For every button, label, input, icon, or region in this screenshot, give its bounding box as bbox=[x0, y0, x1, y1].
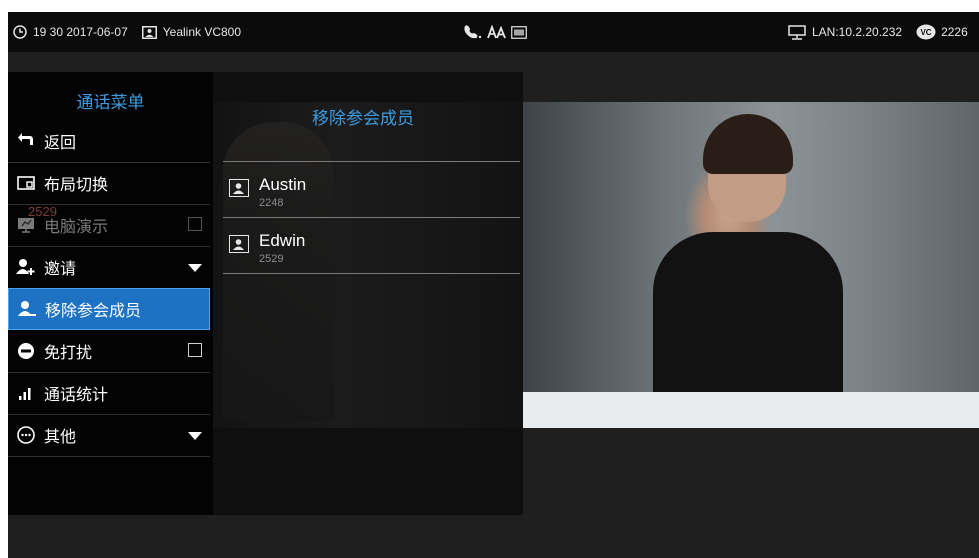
menu-item-label: 布局切换 bbox=[44, 177, 109, 194]
call-menu-title: 通话菜单 bbox=[76, 93, 145, 112]
font-size-icon bbox=[487, 25, 507, 39]
remove-member-panel: 移除参会成员 Austin 2248 Edwin 2529 bbox=[213, 72, 523, 515]
status-right: LAN:10.2.20.232 VC 2226 bbox=[788, 12, 968, 52]
remove-member-title: 移除参会成员 bbox=[312, 109, 414, 128]
device-name: Yealink VC800 bbox=[162, 25, 242, 39]
menu-item-label: 返回 bbox=[44, 135, 77, 152]
phone-call-icon bbox=[463, 24, 483, 40]
video-conference-screen: 19 30 2017-06-07 Yealink VC800 LAN:10.2.… bbox=[8, 12, 979, 558]
menu-item-label: 通话统计 bbox=[44, 387, 109, 404]
menu-item-call-statistics[interactable]: 通话统计 bbox=[8, 372, 210, 415]
menu-item-label: 电脑演示 bbox=[44, 219, 109, 236]
status-center bbox=[463, 12, 527, 52]
menu-item-remove-member[interactable]: 移除参会成员 bbox=[8, 288, 210, 330]
menu-item-presentation[interactable]: 电脑演示 bbox=[8, 204, 210, 247]
member-name: Austin bbox=[259, 175, 307, 194]
svg-text:VC: VC bbox=[921, 28, 932, 37]
contact-card-icon bbox=[141, 25, 157, 39]
menu-item-invite[interactable]: 邀请 bbox=[8, 246, 210, 289]
vc-number: 2226 bbox=[941, 25, 968, 39]
menu-item-label: 免打扰 bbox=[44, 345, 93, 362]
presentation-checkbox[interactable] bbox=[188, 217, 202, 231]
menu-item-label: 其他 bbox=[44, 429, 77, 446]
menu-item-label: 邀请 bbox=[44, 261, 77, 278]
status-bar: 19 30 2017-06-07 Yealink VC800 LAN:10.2.… bbox=[8, 12, 979, 52]
clock-icon bbox=[13, 25, 27, 39]
chevron-down-icon bbox=[188, 264, 202, 272]
member-list-item[interactable]: Austin 2248 bbox=[223, 162, 520, 217]
network-icon bbox=[788, 24, 806, 40]
status-left: 19 30 2017-06-07 Yealink VC800 bbox=[13, 12, 241, 52]
member-number: 2529 bbox=[259, 253, 284, 265]
menu-item-do-not-disturb[interactable]: 免打扰 bbox=[8, 330, 210, 373]
invite-icon bbox=[16, 257, 36, 277]
lan-address: LAN:10.2.20.232 bbox=[812, 25, 903, 39]
remote-video-feed bbox=[523, 102, 979, 428]
call-menu-panel: 通话菜单 2529 返回 布局切换 电脑演示 邀请 移除参会成员 免打扰 通话统… bbox=[8, 72, 213, 515]
dnd-icon bbox=[16, 341, 36, 361]
member-number: 2248 bbox=[259, 197, 284, 209]
member-list-item[interactable]: Edwin 2529 bbox=[223, 218, 520, 273]
menu-item-label: 移除参会成员 bbox=[45, 303, 142, 320]
member-name: Edwin bbox=[259, 231, 306, 250]
remote-participant-body bbox=[653, 232, 843, 402]
dnd-checkbox[interactable] bbox=[188, 343, 202, 357]
more-icon bbox=[16, 425, 36, 445]
recording-icon bbox=[511, 25, 527, 39]
signal-bars-icon bbox=[16, 383, 36, 403]
layout-icon bbox=[16, 173, 36, 193]
back-arrow-icon bbox=[16, 131, 36, 151]
menu-item-more[interactable]: 其他 bbox=[8, 414, 210, 457]
conference-table bbox=[523, 392, 979, 428]
chevron-down-icon bbox=[188, 432, 202, 440]
contact-icon bbox=[229, 179, 249, 197]
vc-account-icon: VC bbox=[916, 24, 936, 40]
remote-participant-hair bbox=[703, 114, 793, 174]
divider bbox=[223, 273, 520, 274]
presentation-icon bbox=[16, 215, 36, 235]
status-datetime: 19 30 2017-06-07 bbox=[33, 25, 128, 39]
contact-icon bbox=[229, 235, 249, 253]
menu-item-back[interactable]: 返回 bbox=[8, 120, 210, 163]
menu-item-layout[interactable]: 布局切换 bbox=[8, 162, 210, 205]
remove-member-icon bbox=[17, 299, 37, 319]
